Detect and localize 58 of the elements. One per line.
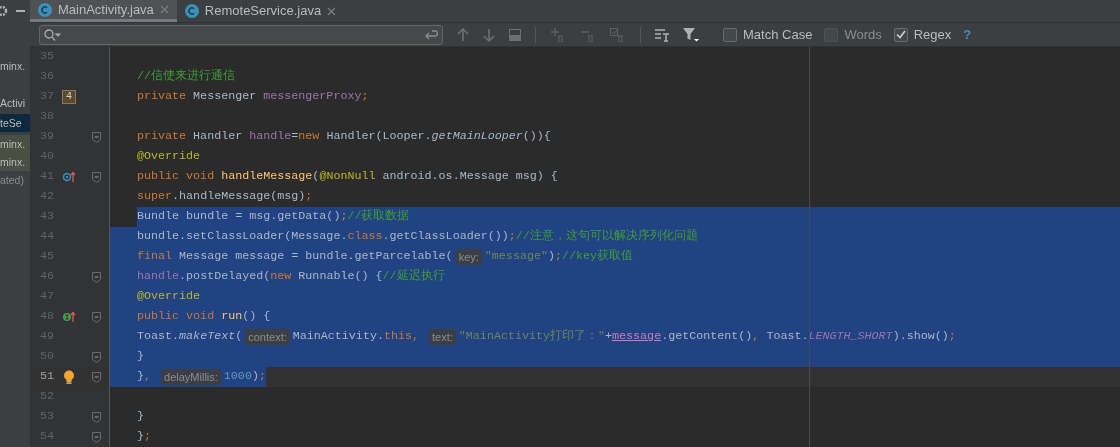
- filter-icon[interactable]: [683, 27, 699, 42]
- code-line: public void handleMessage(@NonNull android.os.Message msg) {: [137, 168, 558, 186]
- help-link[interactable]: ?: [963, 24, 972, 45]
- implement-method-icon[interactable]: [62, 311, 76, 323]
- enter-icon[interactable]: [424, 28, 438, 41]
- code-line: final Message message = bundle.getParcelable( key: "message");//key获取值: [137, 247, 634, 267]
- code-line: super.handleMessage(msg);: [137, 188, 313, 206]
- fold-icon[interactable]: [92, 311, 101, 323]
- project-tree-item[interactable]: minx.: [0, 57, 30, 75]
- project-tree-item[interactable]: minx.: [0, 135, 30, 153]
- fold-icon[interactable]: [92, 171, 101, 183]
- text-lines-icon[interactable]: [655, 27, 669, 42]
- code-line: }, delayMillis: 1000);: [137, 367, 266, 387]
- arrow-down-icon[interactable]: [483, 27, 495, 42]
- project-tree-item[interactable]: teSe: [0, 114, 30, 132]
- fold-icon[interactable]: [92, 411, 101, 423]
- select-all-icon[interactable]: [509, 28, 521, 41]
- project-tree-item[interactable]: Activi: [0, 94, 30, 112]
- check-icon: [895, 30, 906, 39]
- code-line: };: [137, 428, 152, 446]
- close-icon[interactable]: [159, 5, 169, 14]
- fold-icon[interactable]: [92, 131, 101, 143]
- fold-icon[interactable]: [92, 371, 101, 383]
- fold-icon[interactable]: [92, 271, 101, 283]
- code-line: private Handler handle=new Handler(Looper.getMainLooper()){: [137, 128, 551, 146]
- search-field[interactable]: [39, 24, 443, 45]
- project-tree-item[interactable]: ated): [0, 171, 30, 189]
- option-label[interactable]: Match Case: [743, 24, 813, 45]
- add-occurrence-icon[interactable]: [550, 27, 566, 42]
- fold-icon[interactable]: [92, 351, 101, 363]
- exclude-occurrence-icon[interactable]: [610, 27, 626, 42]
- file-tab[interactable]: MainActivity.java: [30, 0, 177, 22]
- fold-icon[interactable]: [92, 431, 101, 443]
- option-label[interactable]: Regex: [913, 24, 952, 45]
- code-line: //信使来进行通信: [137, 68, 236, 86]
- code-line: }: [137, 348, 144, 366]
- settings-icon[interactable]: [0, 5, 8, 17]
- code-line: private Messenger messengerProxy;: [137, 88, 369, 106]
- code-line: public void run() {: [137, 308, 271, 326]
- checkbox[interactable]: [723, 27, 737, 42]
- code-line: bundle.setClassLoader(Message.class.getClassLoader());//注意，这句可以解决序列化问题: [137, 228, 698, 246]
- line-number: 51: [38, 368, 54, 386]
- close-icon[interactable]: [327, 6, 337, 16]
- override-method-icon[interactable]: [62, 171, 76, 183]
- project-tree-item[interactable]: minx.: [0, 153, 30, 171]
- change-count-badge[interactable]: 4: [62, 90, 76, 104]
- code-line: @Override: [137, 288, 201, 306]
- code-line: Toast.makeText( context: MainActivity.this, text: "MainActivity打印了："+message.getContent(), Toast.LENGTH_SHORT).show();: [137, 327, 956, 347]
- file-tab[interactable]: RemoteService.java: [176, 0, 345, 22]
- search-icon: [44, 28, 61, 41]
- arrow-up-icon[interactable]: [457, 27, 469, 42]
- code-line: @Override: [137, 148, 201, 166]
- class-icon: [184, 4, 199, 18]
- checkbox[interactable]: [893, 27, 908, 42]
- code-line: }: [137, 408, 144, 426]
- code-line: handle.postDelayed(new Runnable() {//延迟执行: [137, 268, 445, 286]
- class-icon: [38, 2, 52, 17]
- lightbulb-icon[interactable]: [63, 369, 75, 385]
